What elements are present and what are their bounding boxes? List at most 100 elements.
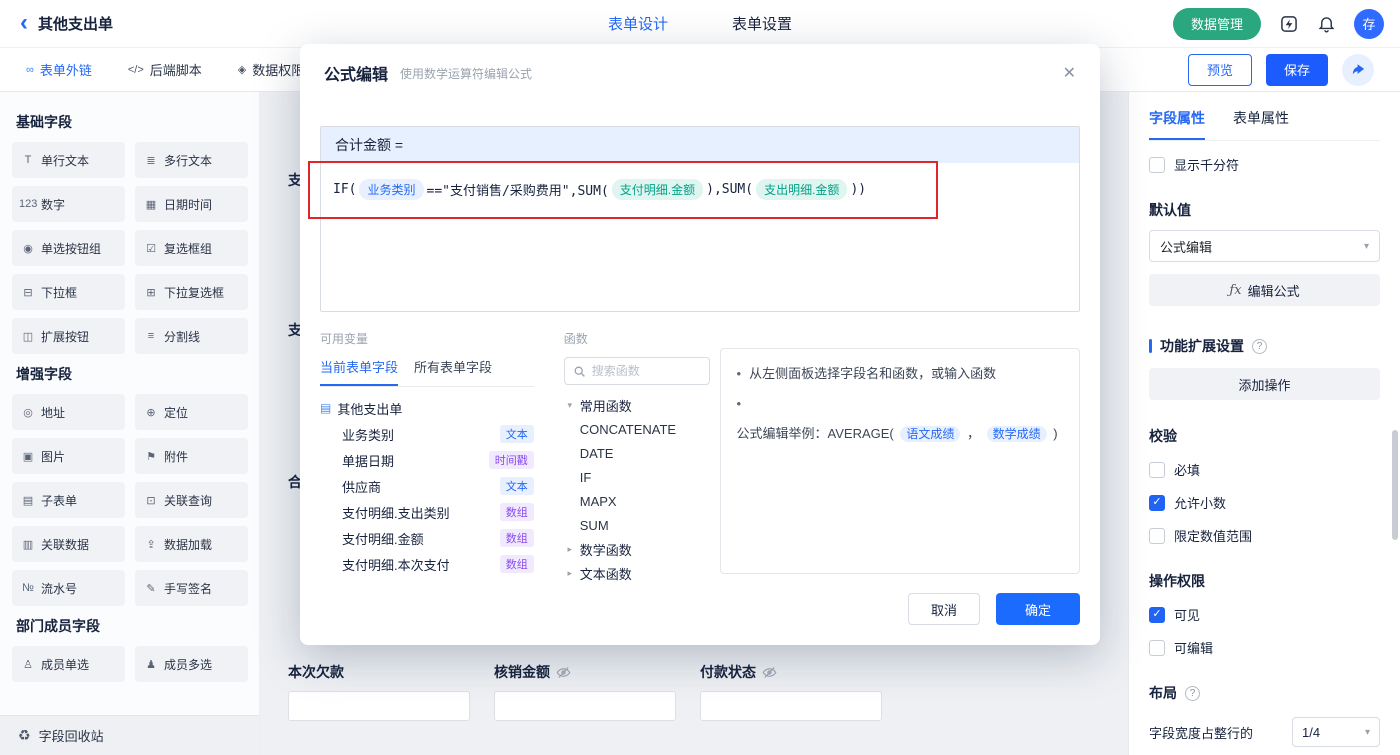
field-type-button[interactable]: ♟ 成员多选 [135,646,248,682]
field-type-button[interactable]: ⇪ 数据加载 [135,526,248,562]
formula-token[interactable]: 支出明细.金额 [756,179,848,200]
field-type-button[interactable]: ☑ 复选框组 [135,230,248,266]
variables-tab[interactable]: 当前表单字段 [320,357,399,386]
function-item[interactable]: IF [564,465,710,489]
checkbox[interactable] [1149,639,1165,656]
layout-width-select[interactable]: 1/4 ▾ [1292,717,1380,747]
field-type-button[interactable]: ◎ 地址 [12,394,125,430]
checkbox[interactable] [1149,527,1165,544]
field-type-button[interactable]: ▦ 日期时间 [135,186,248,222]
checkbox-label: 必填 [1174,463,1201,478]
field-type-button[interactable]: T 单行文本 [12,142,125,178]
checkbox[interactable] [1149,494,1165,511]
formula-editor[interactable]: 合计金额 = IF( 业务类别 =="支付销售/采购费用",SUM( 支付明细.… [320,126,1080,312]
variable-item[interactable]: 支付明细.支出类别 数组 [320,499,534,525]
header-tab[interactable]: 表单设计 [608,13,668,34]
preview-button[interactable]: 预览 [1187,53,1252,86]
validation-checkbox-row[interactable]: 允许小数 [1149,493,1380,512]
back-icon[interactable]: ‹ [20,10,28,35]
permission-checkbox-row[interactable]: 可见 [1149,605,1380,624]
header-tab[interactable]: 表单设置 [732,13,792,34]
variable-item[interactable]: 支付明细.本次支付 数组 [320,551,534,577]
formula-token[interactable]: )) [850,182,866,197]
field-type-button[interactable]: ⊟ 下拉框 [12,274,125,310]
checkbox[interactable] [1149,606,1165,623]
flash-icon[interactable] [1279,14,1299,34]
help-icon[interactable]: ? [1252,338,1267,354]
variable-item[interactable]: 业务类别 文本 [320,421,534,447]
share-icon[interactable] [1342,53,1374,86]
variables-tab[interactable]: 所有表单字段 [414,357,492,386]
field-input[interactable] [288,691,470,721]
field-input[interactable] [494,691,676,721]
field-type-icon: ▣ [22,450,34,463]
default-value-select[interactable]: 公式编辑 ▾ [1149,230,1380,262]
field-type-button[interactable]: ≣ 多行文本 [135,142,248,178]
function-search[interactable] [563,357,710,385]
form-field[interactable]: 本次欠款 [288,662,470,721]
field-input[interactable] [700,691,882,721]
edit-formula-button[interactable]: ƒx 编辑公式 [1149,274,1380,306]
properties-tab[interactable]: 表单属性 [1233,108,1289,140]
formula-token[interactable]: ),SUM( [706,182,753,197]
function-item[interactable]: MAPX [564,489,710,513]
field-type-label: 分割线 [164,329,201,344]
validation-checkbox-row[interactable]: 限定数值范围 [1149,526,1380,545]
field-type-button[interactable]: ✎ 手写签名 [135,570,248,606]
scrollbar-thumb[interactable] [1392,430,1398,540]
add-operation-button[interactable]: 添加操作 [1149,368,1380,400]
field-type-button[interactable]: ⊡ 关联查询 [135,482,248,518]
function-item[interactable]: CONCATENATE [564,417,710,441]
fx-icon: ƒx [1229,282,1242,298]
field-type-button[interactable]: ◉ 单选按钮组 [12,230,125,266]
function-item[interactable]: SUM [564,513,710,537]
field-type-button[interactable]: 123 数字 [12,186,125,222]
recycle-bin-button[interactable]: ♻ 字段回收站 [0,715,259,755]
avatar[interactable]: 存 [1354,8,1384,39]
confirm-button[interactable]: 确定 [996,593,1080,625]
function-item[interactable]: ▸ 文本函数 [564,561,710,585]
formula-expression[interactable]: IF( 业务类别 =="支付销售/采购费用",SUM( 支付明细.金额 ),SU… [321,163,1079,216]
checkbox[interactable] [1149,156,1165,173]
field-type-button[interactable]: ⊕ 定位 [135,394,248,430]
formula-token[interactable]: 业务类别 [359,179,424,200]
field-type-icon: ⊡ [146,494,156,507]
validation-checkbox-row[interactable]: 必填 [1149,460,1380,479]
toolbar-link[interactable]: ∞ 表单外链 [26,60,92,79]
function-item[interactable]: DATE [564,441,710,465]
field-type-button[interactable]: ▣ 图片 [12,438,125,474]
variable-item[interactable]: 单据日期 时间戳 [320,447,534,473]
function-search-input[interactable] [591,364,701,378]
properties-tab[interactable]: 字段属性 [1149,108,1205,140]
thousand-separator-row[interactable]: 显示千分符 [1149,155,1380,174]
tree-root-node[interactable]: ▤ 其他支出单 [320,395,534,421]
field-type-button[interactable]: ⚑ 附件 [135,438,248,474]
chevron-icon: ▾ [567,399,573,410]
permission-checkbox-row[interactable]: 可编辑 [1149,638,1380,657]
variable-item[interactable]: 供应商 文本 [320,473,534,499]
field-type-button[interactable]: ≡ 分割线 [135,318,248,354]
field-type-button[interactable]: ◫ 扩展按钮 [12,318,125,354]
field-type-button[interactable]: № 流水号 [12,570,125,606]
field-type-button[interactable]: ⊞ 下拉复选框 [135,274,248,310]
function-item[interactable]: ▸ 数学函数 [564,537,710,561]
save-button[interactable]: 保存 [1265,53,1328,86]
formula-token[interactable]: 支付明细.金额 [611,179,704,200]
toolbar-link[interactable]: ◈ 数据权限 [238,60,304,79]
close-icon[interactable]: ✕ [1063,63,1076,83]
variable-item[interactable]: 支付明细.金额 数组 [320,525,534,551]
bell-icon[interactable] [1317,14,1336,33]
toolbar-link[interactable]: </> 后端脚本 [128,60,202,79]
checkbox[interactable] [1149,461,1165,478]
help-icon[interactable]: ? [1185,685,1200,701]
formula-token[interactable]: =="支付销售/采购费用",SUM( [427,180,609,199]
form-field[interactable]: 核销金额 [494,662,676,721]
field-type-button[interactable]: ▥ 关联数据 [12,526,125,562]
cancel-button[interactable]: 取消 [908,593,980,625]
formula-token[interactable]: IF( [333,182,356,197]
form-field[interactable]: 付款状态 [700,662,882,721]
field-type-button[interactable]: ♙ 成员单选 [12,646,125,682]
data-manage-button[interactable]: 数据管理 [1172,7,1261,40]
function-item[interactable]: ▾ 常用函数 [564,393,710,417]
field-type-button[interactable]: ▤ 子表单 [12,482,125,518]
